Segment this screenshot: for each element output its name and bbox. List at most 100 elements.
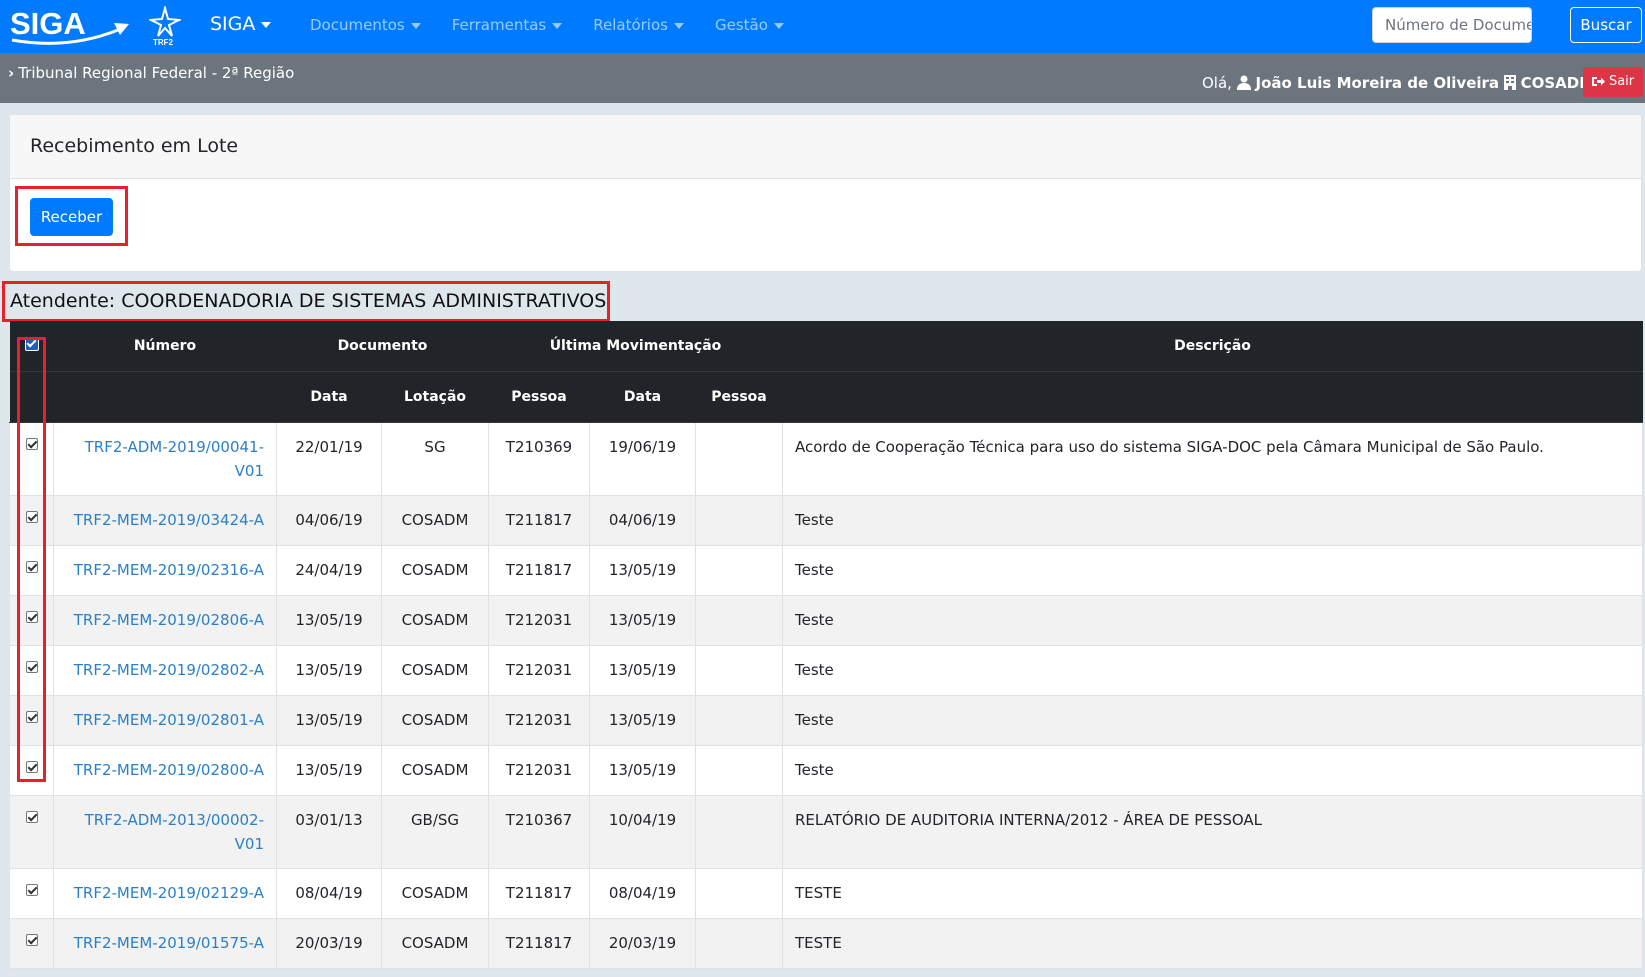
lotacao-cell: COSADM bbox=[381, 545, 489, 596]
document-link[interactable]: TRF2-MEM-2019/02129-A bbox=[74, 884, 264, 902]
pessoa-cell: T211817 bbox=[488, 868, 590, 919]
numero-cell: TRF2-MEM-2019/02802-A bbox=[53, 645, 277, 696]
lotacao-cell: COSADM bbox=[381, 918, 489, 969]
document-link[interactable]: TRF2-MEM-2019/02802-A bbox=[74, 661, 264, 679]
mov-data-cell: 13/05/19 bbox=[589, 695, 696, 746]
building-icon bbox=[1503, 75, 1516, 90]
card-title: Recebimento em Lote bbox=[10, 115, 1641, 179]
chevron-right-icon: › bbox=[8, 64, 15, 82]
document-link[interactable]: TRF2-MEM-2019/02316-A bbox=[74, 561, 264, 579]
row-checkbox[interactable] bbox=[25, 884, 38, 896]
numero-cell: TRF2-MEM-2019/02801-A bbox=[53, 695, 277, 746]
menu-relatorios[interactable]: Relatórios bbox=[593, 16, 684, 34]
subheader-empty bbox=[782, 371, 1643, 423]
descricao-cell: Teste bbox=[782, 545, 1643, 596]
data-cell: 03/01/13 bbox=[276, 795, 382, 869]
batch-receive-card: Recebimento em Lote bbox=[9, 114, 1642, 272]
siga-logo[interactable]: SIGA bbox=[8, 4, 131, 46]
logo-sub-text: TRF2 bbox=[153, 38, 174, 46]
sign-out-icon bbox=[1591, 77, 1605, 86]
descricao-cell: TESTE bbox=[782, 868, 1643, 919]
table-row: TRF2-MEM-2019/02316-A 24/04/19 COSADM T2118… bbox=[9, 545, 1643, 596]
brand-dropdown[interactable]: SIGA bbox=[210, 13, 272, 35]
mov-data-cell: 20/03/19 bbox=[589, 918, 696, 969]
row-checkbox-cell bbox=[9, 918, 54, 969]
header-numero: Número bbox=[53, 321, 277, 372]
logo-text: SIGA bbox=[10, 6, 86, 41]
mov-pessoa-cell bbox=[695, 918, 783, 969]
lotacao-cell: COSADM bbox=[381, 495, 489, 546]
row-checkbox-cell bbox=[9, 795, 54, 869]
table-header-row: Número Documento Última Movimentação Des… bbox=[9, 321, 1643, 372]
menu-gestao[interactable]: Gestão bbox=[715, 16, 784, 34]
header-data: Data bbox=[276, 371, 382, 423]
mov-data-cell: 08/04/19 bbox=[589, 868, 696, 919]
numero-cell: TRF2-ADM-2013/00002-V01 bbox=[53, 795, 277, 869]
document-link[interactable]: TRF2-MEM-2019/01575-A bbox=[74, 934, 264, 952]
lotacao-cell: SG bbox=[381, 422, 489, 496]
header-lotacao: Lotação bbox=[381, 371, 489, 423]
data-cell: 13/05/19 bbox=[276, 645, 382, 696]
table-row: TRF2-MEM-2019/01575-A 20/03/19 COSADM T2118… bbox=[9, 918, 1643, 969]
logout-button[interactable]: Sair bbox=[1583, 67, 1643, 97]
search-button[interactable]: Buscar bbox=[1570, 7, 1642, 43]
data-cell: 13/05/19 bbox=[276, 745, 382, 796]
data-cell: 13/05/19 bbox=[276, 595, 382, 646]
row-checkbox[interactable] bbox=[25, 934, 38, 946]
data-cell: 22/01/19 bbox=[276, 422, 382, 496]
pessoa-cell: T211817 bbox=[488, 495, 590, 546]
descricao-cell: Teste bbox=[782, 745, 1643, 796]
mov-data-cell: 13/05/19 bbox=[589, 595, 696, 646]
document-link[interactable]: TRF2-MEM-2019/03424-A bbox=[74, 511, 264, 529]
row-checkbox-cell bbox=[9, 868, 54, 919]
mov-pessoa-cell bbox=[695, 545, 783, 596]
menu-label: Ferramentas bbox=[451, 16, 547, 34]
document-link[interactable]: TRF2-MEM-2019/02801-A bbox=[74, 711, 264, 729]
descricao-cell: Teste bbox=[782, 645, 1643, 696]
table-subheader-row: Data Lotação Pessoa Data Pessoa bbox=[9, 371, 1643, 423]
documents-table: Número Documento Última Movimentação Des… bbox=[9, 321, 1643, 969]
mov-pessoa-cell bbox=[695, 495, 783, 546]
numero-cell: TRF2-ADM-2019/00041-V01 bbox=[53, 422, 277, 496]
document-link[interactable]: TRF2-MEM-2019/02800-A bbox=[74, 761, 264, 779]
menu-documentos[interactable]: Documentos bbox=[310, 16, 421, 34]
document-number-search-input[interactable]: Número de Documento bbox=[1372, 7, 1532, 43]
main-menu: Documentos Ferramentas Relatórios Gestão bbox=[310, 16, 815, 34]
menu-ferramentas[interactable]: Ferramentas bbox=[452, 16, 563, 34]
descricao-cell: Acordo de Cooperação Técnica para uso do… bbox=[782, 422, 1643, 496]
document-link[interactable]: TRF2-ADM-2013/00002-V01 bbox=[85, 811, 264, 853]
data-cell: 04/06/19 bbox=[276, 495, 382, 546]
pessoa-cell: T212031 bbox=[488, 745, 590, 796]
chevron-down-icon bbox=[673, 22, 684, 29]
table-row: TRF2-MEM-2019/03424-A 04/06/19 COSADM T2118… bbox=[9, 495, 1643, 546]
mov-pessoa-cell bbox=[695, 422, 783, 496]
mov-data-cell: 13/05/19 bbox=[589, 545, 696, 596]
logout-label: Sair bbox=[1608, 74, 1635, 89]
numero-cell: TRF2-MEM-2019/02316-A bbox=[53, 545, 277, 596]
lotacao-cell: COSADM bbox=[381, 868, 489, 919]
user-info: Olá, João Luis Moreira de Oliveira COSAD… bbox=[1202, 74, 1594, 92]
pessoa-cell: T210369 bbox=[488, 422, 590, 496]
context-bar: › Tribunal Regional Federal - 2ª Região O… bbox=[0, 53, 1645, 103]
highlight-box-atendente bbox=[2, 281, 610, 322]
breadcrumb[interactable]: › Tribunal Regional Federal - 2ª Região bbox=[8, 64, 294, 82]
header-documento: Documento bbox=[276, 321, 489, 372]
descricao-cell: Teste bbox=[782, 495, 1643, 546]
document-link[interactable]: TRF2-MEM-2019/02806-A bbox=[74, 611, 264, 629]
subheader-empty bbox=[53, 371, 277, 423]
org-name: Tribunal Regional Federal - 2ª Região bbox=[18, 64, 295, 82]
mov-pessoa-cell bbox=[695, 645, 783, 696]
header-ultima-movimentacao: Última Movimentação bbox=[488, 321, 783, 372]
pessoa-cell: T210367 bbox=[488, 795, 590, 869]
mov-pessoa-cell bbox=[695, 795, 783, 869]
user-name: João Luis Moreira de Oliveira bbox=[1255, 74, 1500, 92]
table-row: TRF2-MEM-2019/02129-A 08/04/19 COSADM T2118… bbox=[9, 868, 1643, 919]
lotacao-cell: COSADM bbox=[381, 695, 489, 746]
row-checkbox[interactable] bbox=[25, 811, 38, 823]
menu-label: Documentos bbox=[310, 16, 405, 34]
greeting: Olá, bbox=[1202, 74, 1232, 92]
mov-pessoa-cell bbox=[695, 595, 783, 646]
document-link[interactable]: TRF2-ADM-2019/00041-V01 bbox=[85, 438, 264, 480]
chevron-down-icon bbox=[261, 21, 272, 28]
mov-pessoa-cell bbox=[695, 745, 783, 796]
